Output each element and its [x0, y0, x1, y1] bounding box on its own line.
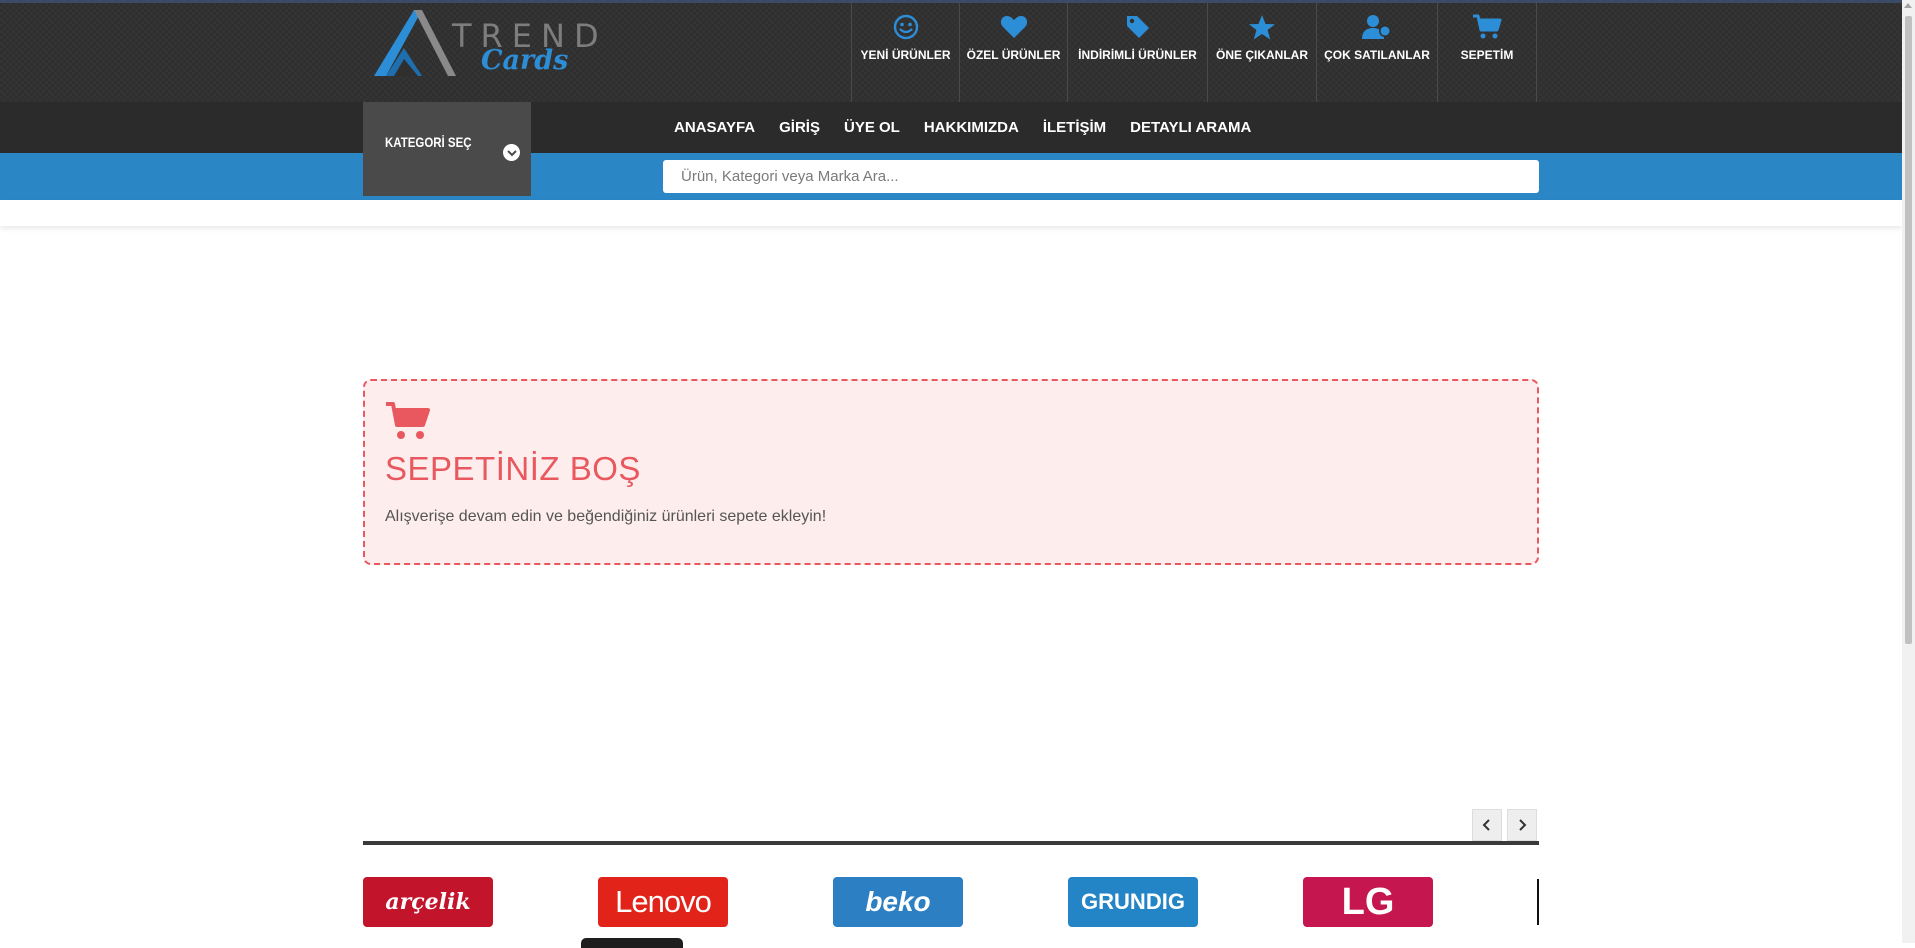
cart-icon: [1472, 13, 1502, 41]
logo-cards-text: Cards: [481, 45, 569, 76]
quick-nav-label: ÖNE ÇIKANLAR: [1216, 48, 1308, 62]
brand-logo-arcelik[interactable]: arçelik: [363, 877, 493, 927]
scroll-up-icon[interactable]: [1904, 3, 1912, 8]
chevron-right-icon: [1519, 819, 1527, 831]
cart-icon: [385, 401, 431, 445]
quick-nav-yeni-urunler[interactable]: YENİ ÜRÜNLER: [851, 3, 959, 102]
quick-nav-label: İNDİRİMLİ ÜRÜNLER: [1078, 48, 1197, 62]
brand-beko-text: beko: [865, 886, 931, 917]
quick-nav-ozel-urunler[interactable]: ÖZEL ÜRÜNLER: [959, 3, 1067, 102]
logo-mark-icon: [374, 10, 456, 76]
quick-nav-one-cikanlar[interactable]: ÖNE ÇIKANLAR: [1207, 3, 1316, 102]
empty-cart-alert: SEPETİNİZ BOŞ Alışverişe devam edin ve b…: [363, 379, 1539, 565]
quick-nav-label: ÖZEL ÜRÜNLER: [966, 48, 1061, 62]
carousel-prev-button[interactable]: [1472, 809, 1502, 841]
smile-icon: [893, 13, 919, 41]
empty-cart-message: Alışverişe devam edin ve beğendiğiniz ür…: [385, 508, 827, 525]
quick-nav-label: YENİ ÜRÜNLER: [860, 48, 951, 62]
chevron-left-icon: [1482, 819, 1490, 831]
bottom-widget-tab[interactable]: [581, 938, 683, 948]
brand-grundig-text: GRUNDIG: [1081, 889, 1185, 914]
heart-icon: [1000, 13, 1028, 41]
brand-arcelik-text: arçelik: [385, 889, 471, 915]
category-select[interactable]: KATEGORİ SEÇ: [363, 102, 531, 196]
quick-nav: YENİ ÜRÜNLER ÖZEL ÜRÜNLER İNDİRİMLİ ÜRÜN…: [851, 3, 1537, 102]
brand-logo-lg[interactable]: LG: [1303, 877, 1433, 927]
main-menu: ANASAYFA GİRİŞ ÜYE OL HAKKIMIZDA İLETİŞİ…: [674, 102, 1275, 153]
quick-nav-label: SEPETİM: [1460, 48, 1514, 62]
menu-iletisim[interactable]: İLETİŞİM: [1043, 119, 1106, 136]
search-input[interactable]: [663, 160, 1539, 193]
carousel-next-button[interactable]: [1507, 809, 1537, 841]
quick-nav-indirimli-urunler[interactable]: İNDİRİMLİ ÜRÜNLER: [1067, 3, 1207, 102]
users-icon: [1361, 13, 1393, 41]
quick-nav-label: ÇOK SATILANLAR: [1324, 48, 1430, 62]
menu-hakkimizda[interactable]: HAKKIMIZDA: [924, 119, 1019, 136]
tag-icon: [1125, 13, 1151, 41]
site-logo[interactable]: TREND Cards: [370, 3, 600, 79]
scrollbar-thumb[interactable]: [1905, 16, 1912, 644]
chevron-down-icon: [503, 144, 520, 161]
brand-logo-grundig[interactable]: GRUNDIG: [1068, 877, 1198, 927]
category-select-label: KATEGORİ SEÇ: [385, 134, 472, 150]
brand-logo-beko[interactable]: beko: [833, 877, 963, 927]
quick-nav-sepetim[interactable]: SEPETİM: [1437, 3, 1537, 102]
carousel-divider: [363, 841, 1539, 845]
menu-anasayfa[interactable]: ANASAYFA: [674, 119, 755, 136]
brand-logo-lenovo[interactable]: Lenovo: [598, 877, 728, 927]
menu-uye-ol[interactable]: ÜYE OL: [844, 119, 900, 136]
brand-lenovo-text: Lenovo: [615, 884, 712, 919]
header-divider: [0, 200, 1902, 226]
menu-detayli-arama[interactable]: DETAYLI ARAMA: [1130, 119, 1251, 136]
menu-giris[interactable]: GİRİŞ: [779, 119, 820, 136]
star-icon: [1248, 13, 1276, 41]
empty-cart-title: SEPETİNİZ BOŞ: [385, 450, 641, 487]
brand-logo-partial[interactable]: [1537, 879, 1539, 925]
quick-nav-cok-satilanlar[interactable]: ÇOK SATILANLAR: [1316, 3, 1437, 102]
brand-lg-text: LG: [1341, 880, 1395, 923]
